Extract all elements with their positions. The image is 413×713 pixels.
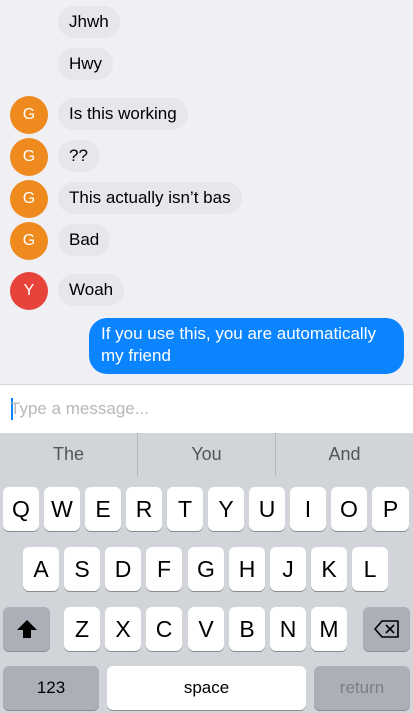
message-bubble[interactable]: Bad bbox=[58, 224, 111, 256]
key-t[interactable]: T bbox=[167, 487, 203, 531]
shift-key[interactable] bbox=[3, 607, 50, 651]
key-m[interactable]: M bbox=[311, 607, 347, 651]
message-row: G This actually isn’t bas bbox=[0, 180, 413, 218]
suggestion-bar: The You And bbox=[0, 433, 413, 476]
avatar[interactable]: Y bbox=[10, 272, 48, 310]
message-bubble[interactable]: Jhwh bbox=[58, 6, 120, 38]
suggestion-the[interactable]: The bbox=[0, 433, 138, 476]
message-row: G Bad bbox=[0, 222, 413, 260]
key-x[interactable]: X bbox=[105, 607, 141, 651]
shift-arrow-icon bbox=[16, 620, 37, 638]
return-key[interactable]: return bbox=[314, 666, 410, 710]
message-row: Y Woah bbox=[0, 272, 413, 310]
numbers-key[interactable]: 123 bbox=[3, 666, 99, 710]
suggestion-you[interactable]: You bbox=[138, 433, 276, 476]
key-o[interactable]: O bbox=[331, 487, 367, 531]
suggestion-and[interactable]: And bbox=[276, 433, 413, 476]
key-a[interactable]: A bbox=[23, 547, 59, 591]
avatar[interactable]: G bbox=[10, 180, 48, 218]
message-input[interactable] bbox=[10, 395, 400, 423]
backspace-icon bbox=[373, 620, 399, 638]
key-i[interactable]: I bbox=[290, 487, 326, 531]
avatar[interactable]: G bbox=[10, 222, 48, 260]
key-h[interactable]: H bbox=[229, 547, 265, 591]
keyboard: The You And Q W E R T Y U I O P A S D F … bbox=[0, 433, 413, 713]
key-b[interactable]: B bbox=[229, 607, 265, 651]
backspace-key[interactable] bbox=[363, 607, 410, 651]
key-g[interactable]: G bbox=[188, 547, 224, 591]
key-z[interactable]: Z bbox=[64, 607, 100, 651]
key-f[interactable]: F bbox=[146, 547, 182, 591]
message-bubble[interactable]: This actually isn’t bas bbox=[58, 182, 242, 214]
key-n[interactable]: N bbox=[270, 607, 306, 651]
key-y[interactable]: Y bbox=[208, 487, 244, 531]
avatar[interactable]: G bbox=[10, 138, 48, 176]
key-j[interactable]: J bbox=[270, 547, 306, 591]
space-key[interactable]: space bbox=[107, 666, 306, 710]
key-k[interactable]: K bbox=[311, 547, 347, 591]
key-q[interactable]: Q bbox=[3, 487, 39, 531]
key-u[interactable]: U bbox=[249, 487, 285, 531]
avatar[interactable]: G bbox=[10, 96, 48, 134]
message-bubble[interactable]: Is this working bbox=[58, 98, 188, 130]
message-bubble[interactable]: Woah bbox=[58, 274, 125, 306]
message-row: G ?? bbox=[0, 138, 413, 176]
message-row: G Is this working bbox=[0, 96, 413, 134]
key-l[interactable]: L bbox=[352, 547, 388, 591]
outgoing-message-bubble[interactable]: If you use this, you are automatically m… bbox=[89, 318, 404, 374]
key-e[interactable]: E bbox=[85, 487, 121, 531]
message-row: Jhwh bbox=[0, 4, 413, 40]
key-s[interactable]: S bbox=[64, 547, 100, 591]
message-bubble[interactable]: ?? bbox=[58, 140, 99, 172]
key-r[interactable]: R bbox=[126, 487, 162, 531]
key-p[interactable]: P bbox=[372, 487, 409, 531]
chat-transcript: Jhwh Hwy G Is this working G ?? G This a… bbox=[0, 0, 413, 384]
message-bubble[interactable]: Hwy bbox=[58, 48, 114, 80]
message-row: Hwy bbox=[0, 46, 413, 82]
key-v[interactable]: V bbox=[188, 607, 224, 651]
key-c[interactable]: C bbox=[146, 607, 182, 651]
message-composer bbox=[0, 384, 413, 433]
key-w[interactable]: W bbox=[44, 487, 80, 531]
key-d[interactable]: D bbox=[105, 547, 141, 591]
